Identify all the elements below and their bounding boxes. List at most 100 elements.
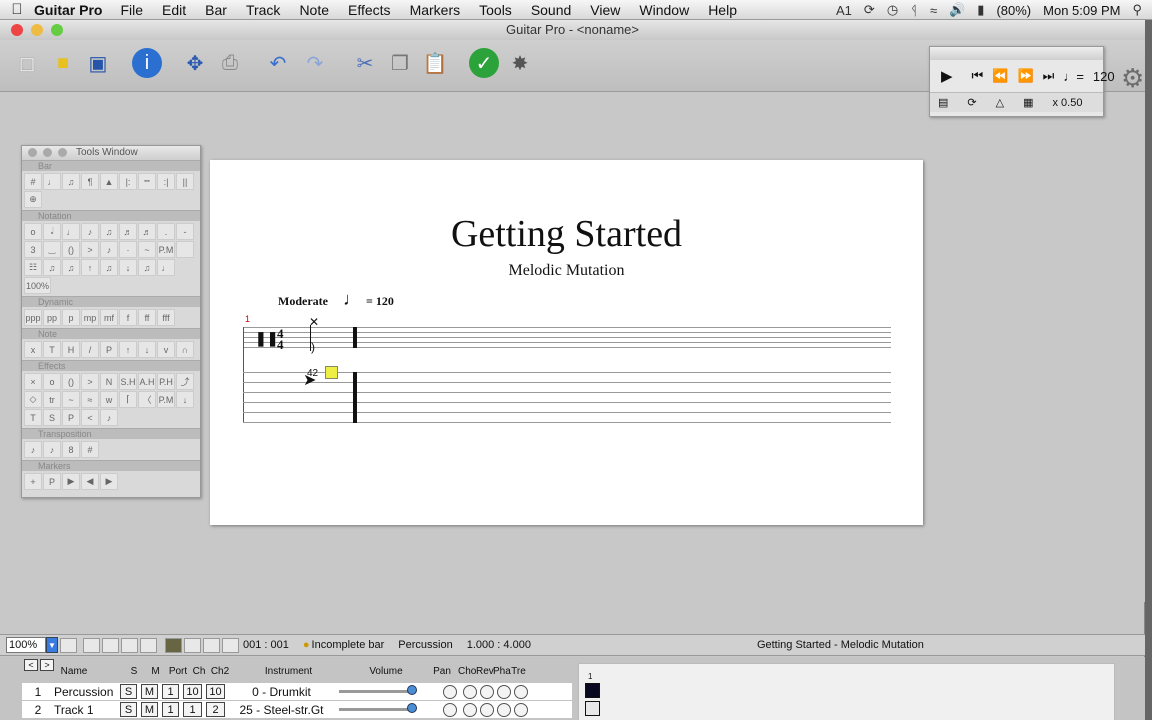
paste-icon[interactable]: 📋: [420, 48, 450, 78]
f-icon[interactable]: f: [119, 309, 137, 326]
track-timeline[interactable]: 1: [578, 663, 1115, 720]
score-page[interactable]: Getting Started Melodic Mutation Moderat…: [210, 160, 923, 525]
octave-icon[interactable]: 8: [62, 441, 80, 458]
undo-icon[interactable]: ↶: [263, 48, 293, 78]
speed-trainer-icon[interactable]: ▦: [1023, 96, 1033, 109]
player-tempo[interactable]: 120: [1093, 69, 1115, 84]
next-bar-icon[interactable]: [121, 637, 138, 653]
chord-icon[interactable]: ☷: [24, 259, 42, 276]
pan-knob[interactable]: [443, 702, 457, 717]
prev-marker-icon[interactable]: ◀: [81, 473, 99, 490]
text-icon[interactable]: T: [43, 341, 61, 358]
cut-icon[interactable]: ✂: [350, 48, 380, 78]
menu-track[interactable]: Track: [246, 2, 280, 18]
whammy-icon[interactable]: w: [100, 391, 118, 408]
track-row[interactable]: 2 Track 1 S M 1 1 2 25 - Steel-str.Gt: [22, 701, 572, 718]
fretboard-icon[interactable]: [165, 637, 182, 653]
new-file-icon[interactable]: ◻: [12, 48, 42, 78]
rewind-icon[interactable]: ⏪: [992, 68, 1008, 84]
menu-app-name[interactable]: Guitar Pro: [34, 2, 102, 18]
fade-in-icon[interactable]: <: [81, 409, 99, 426]
pick-stroke-icon[interactable]: ↓: [119, 259, 137, 276]
slide-icon[interactable]: /: [81, 341, 99, 358]
port-field[interactable]: 1: [162, 702, 179, 717]
spotlight-icon[interactable]: ⚲: [1132, 2, 1142, 18]
next-marker-icon[interactable]: ▶: [100, 473, 118, 490]
tie-icon[interactable]: ‿: [43, 241, 61, 258]
slider-thumb[interactable]: [407, 703, 417, 713]
greater-icon[interactable]: >: [81, 373, 99, 390]
go-marker-icon[interactable]: ▶: [62, 473, 80, 490]
rse-icon[interactable]: [222, 637, 239, 653]
natural-harmonic-icon[interactable]: N: [100, 373, 118, 390]
sync-icon[interactable]: ⟳: [864, 2, 875, 18]
dotted-note-icon[interactable]: .: [157, 223, 175, 240]
fade-icon[interactable]: 〈: [138, 391, 156, 408]
mp-icon[interactable]: mp: [81, 309, 99, 326]
tremolo-knob[interactable]: [514, 684, 528, 699]
channel2-field[interactable]: 10: [206, 684, 225, 699]
volume-slider[interactable]: [339, 685, 417, 695]
palm-mute-effect-icon[interactable]: P.M: [157, 391, 175, 408]
half-note-icon[interactable]: 𝅗𝅥: [43, 223, 61, 240]
hammer-icon[interactable]: H: [62, 341, 80, 358]
pop-icon[interactable]: P: [62, 409, 80, 426]
ghost-note-icon[interactable]: (): [62, 241, 80, 258]
fingering-icon[interactable]: ♫: [100, 259, 118, 276]
staccato-icon[interactable]: ·: [119, 241, 137, 258]
time-signature-icon[interactable]: ♩: [43, 173, 61, 190]
play-icon[interactable]: ▶: [941, 67, 953, 85]
key-signature-icon[interactable]: #: [24, 173, 42, 190]
repeat-open-icon[interactable]: |:: [119, 173, 137, 190]
apple-menu[interactable]: : [0, 1, 34, 18]
artificial-harmonic-icon[interactable]: A.H: [138, 373, 156, 390]
wave-icon[interactable]: ~: [62, 391, 80, 408]
sixteenth-note-icon[interactable]: ♫: [100, 223, 118, 240]
repeat-close-icon[interactable]: :|: [157, 173, 175, 190]
whole-note-icon[interactable]: o: [24, 223, 42, 240]
wide-vibrato-icon[interactable]: ≈: [81, 391, 99, 408]
count-in-icon[interactable]: △: [996, 96, 1004, 109]
zoom-icon[interactable]: [58, 148, 67, 157]
wifi-icon[interactable]: ≈: [930, 3, 937, 18]
tuplet-icon[interactable]: 3: [24, 241, 42, 258]
track-name[interactable]: Percussion: [54, 685, 120, 699]
menu-file[interactable]: File: [120, 2, 143, 18]
volume-slider[interactable]: [339, 703, 417, 713]
phaser-knob[interactable]: [497, 684, 511, 699]
thirty-second-note-icon[interactable]: ♬: [119, 223, 137, 240]
fast-forward-icon[interactable]: ⏩: [1017, 68, 1033, 84]
auto-beam-icon[interactable]: ♫: [138, 259, 156, 276]
channel-field[interactable]: 10: [183, 684, 202, 699]
dead-note-icon[interactable]: x: [24, 341, 42, 358]
slider-thumb[interactable]: [407, 685, 417, 695]
timeline-bar-empty[interactable]: [585, 701, 600, 716]
accent-icon[interactable]: >: [81, 241, 99, 258]
info-icon[interactable]: i: [132, 48, 162, 78]
open-folder-icon[interactable]: ■: [48, 48, 78, 78]
skip-start-icon[interactable]: ⏮: [972, 68, 984, 84]
multitrack-icon[interactable]: [102, 637, 119, 653]
track-row[interactable]: 1 Percussion S M 1 10 10 0 - Drumkit: [22, 683, 572, 700]
rest-icon[interactable]: -: [176, 223, 194, 240]
timeline-bar-filled[interactable]: [585, 683, 600, 698]
grace-note-icon[interactable]: ♪: [100, 241, 118, 258]
loop-icon[interactable]: ⟳: [967, 96, 976, 109]
score-properties-icon[interactable]: ✥: [180, 48, 210, 78]
channel2-field[interactable]: 2: [206, 702, 225, 717]
check-icon[interactable]: ✓: [469, 48, 499, 78]
marker-list-icon[interactable]: P: [43, 473, 61, 490]
channel-field[interactable]: 1: [183, 702, 202, 717]
time-machine-icon[interactable]: ◷: [887, 2, 898, 18]
reverb-knob[interactable]: [480, 702, 494, 717]
keyboard-icon[interactable]: [184, 637, 201, 653]
edit-cursor[interactable]: [325, 366, 338, 379]
lock-icon[interactable]: ▲: [100, 173, 118, 190]
volume-icon[interactable]: 🔊: [949, 2, 965, 18]
direction-icon[interactable]: ⊕: [24, 191, 42, 208]
ppp-icon[interactable]: ppp: [24, 309, 42, 326]
transpose-down-icon[interactable]: ♪: [43, 441, 61, 458]
pinch-harmonic-icon[interactable]: P.H: [157, 373, 175, 390]
bracket-icon[interactable]: (): [62, 373, 80, 390]
p-icon[interactable]: p: [62, 309, 80, 326]
